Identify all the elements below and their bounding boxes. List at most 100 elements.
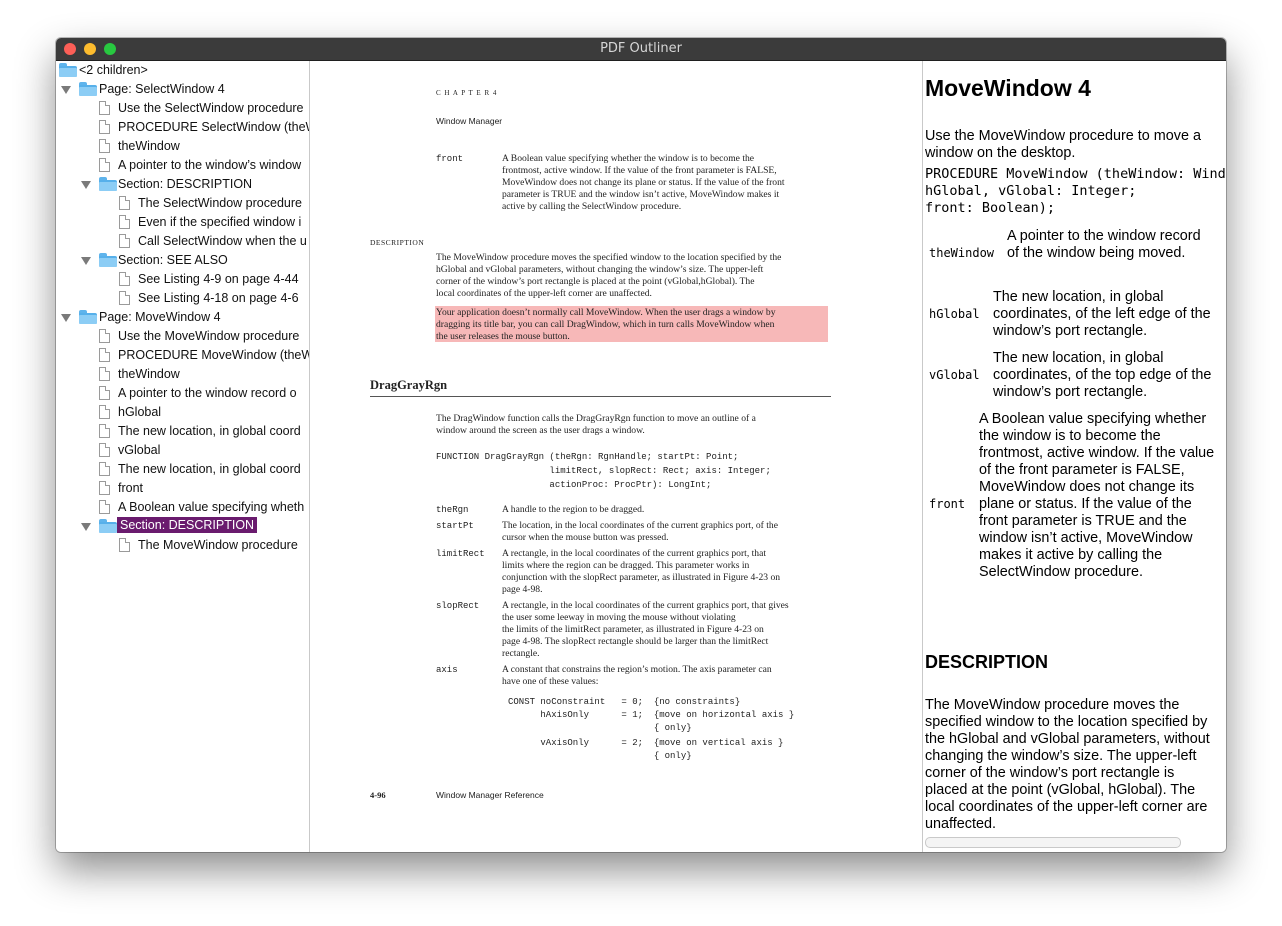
param-desc-front-5: active by calling the SelectWindow proce… xyxy=(502,201,682,212)
outline-row[interactable]: A pointer to the window’s window xyxy=(56,156,309,175)
param-name: theRgn xyxy=(436,505,469,515)
outline-row[interactable]: Even if the specified window i xyxy=(56,213,309,232)
outline-row[interactable]: The new location, in global coord xyxy=(56,422,309,441)
outline-row[interactable]: theWindow xyxy=(56,137,309,156)
outline-row[interactable]: The MoveWindow procedure xyxy=(56,536,309,555)
outline-row-label: A pointer to the window’s window xyxy=(118,158,302,172)
outline-row-label: Section: DESCRIPTION xyxy=(117,517,258,533)
outline-row[interactable]: Page: SelectWindow 4 xyxy=(56,80,309,99)
chapter-title: Window Manager xyxy=(436,116,503,126)
param-name: axis xyxy=(436,665,458,675)
document-icon xyxy=(99,367,110,381)
section-rule xyxy=(370,396,831,397)
document-icon xyxy=(119,291,130,305)
document-icon xyxy=(99,329,110,343)
chapter-label: C H A P T E R 4 xyxy=(436,89,498,97)
param-desc: have one of these values: xyxy=(502,676,599,687)
disclosure-triangle-icon[interactable] xyxy=(81,181,91,189)
proc-line: hGlobal, vGlobal: Integer; xyxy=(925,183,1137,199)
document-icon xyxy=(99,139,110,153)
text-heading: MoveWindow 4 xyxy=(925,75,1091,101)
title-bar[interactable]: PDF Outliner xyxy=(56,38,1226,61)
footer-title: Window Manager Reference xyxy=(436,790,544,800)
outline-row[interactable]: Section: DESCRIPTION xyxy=(56,175,309,194)
footer-page-number: 4-96 xyxy=(370,790,386,800)
param-desc: A rectangle, in the local coordinates of… xyxy=(502,548,766,559)
outline-row[interactable]: Call SelectWindow when the u xyxy=(56,232,309,251)
param-desc: the limits of the limitRect parameter, a… xyxy=(502,624,764,635)
outline-row[interactable]: PROCEDURE SelectWindow (theWi xyxy=(56,118,309,137)
param-name: hGlobal xyxy=(929,307,980,321)
document-icon xyxy=(99,101,110,115)
outline-row[interactable]: The SelectWindow procedure xyxy=(56,194,309,213)
outline-row[interactable]: <2 children> xyxy=(56,61,309,80)
param-name: limitRect xyxy=(436,549,485,559)
section-title: DragGrayRgn xyxy=(370,378,448,392)
extracted-text-pane[interactable]: MoveWindow 4 Use the MoveWindow procedur… xyxy=(923,61,1226,852)
outline-row[interactable]: Use the SelectWindow procedure xyxy=(56,99,309,118)
outline-tree[interactable]: <2 children> Page: SelectWindow 4 Use th… xyxy=(56,61,310,852)
horizontal-scrollbar[interactable] xyxy=(925,837,1181,848)
outline-row-label: theWindow xyxy=(118,139,180,153)
disclosure-triangle-icon[interactable] xyxy=(81,523,91,531)
folder-icon xyxy=(79,82,97,96)
folder-icon xyxy=(99,177,117,191)
document-icon xyxy=(119,215,130,229)
document-icon xyxy=(99,405,110,419)
highlight-line-2: dragging its title bar, you can call Dra… xyxy=(436,319,775,330)
document-icon xyxy=(119,196,130,210)
outline-row[interactable]: front xyxy=(56,479,309,498)
outline-row[interactable]: A Boolean value specifying wheth xyxy=(56,498,309,517)
desc-line-4: local coordinates of the upper-left corn… xyxy=(436,288,652,299)
param-desc: The location, in the local coordinates o… xyxy=(502,520,778,531)
outline-row[interactable]: See Listing 4-9 on page 4-44 xyxy=(56,270,309,289)
outline-row-label: The new location, in global coord xyxy=(118,462,301,476)
outline-row-label: vGlobal xyxy=(118,443,161,457)
outline-row-label: Page: MoveWindow 4 xyxy=(99,310,221,324)
const-line: CONST noConstraint = 0; {no constraints} xyxy=(508,697,741,707)
proc-line: PROCEDURE MoveWindow (theWindow: Windo xyxy=(925,166,1226,182)
outline-row-label: The MoveWindow procedure xyxy=(138,538,298,552)
outline-row-label: A pointer to the window record o xyxy=(118,386,297,400)
intro-line-2: window around the screen as the user dra… xyxy=(436,425,645,436)
text-intro: Use the MoveWindow procedure to move a w… xyxy=(925,128,1201,161)
outline-row-label: <2 children> xyxy=(79,63,148,77)
outline-row-label: front xyxy=(118,481,144,495)
outline-row-label: PROCEDURE SelectWindow (theWi xyxy=(118,120,309,134)
document-icon xyxy=(119,272,130,286)
param-desc: the user some leeway in moving the mouse… xyxy=(502,612,736,623)
param-desc: The new location, in global coordinates,… xyxy=(993,289,1211,339)
outline-row[interactable]: vGlobal xyxy=(56,441,309,460)
outline-row-label: The SelectWindow procedure xyxy=(138,196,302,210)
outline-row[interactable]: PROCEDURE MoveWindow (theWi xyxy=(56,346,309,365)
outline-row[interactable]: Section: SEE ALSO xyxy=(56,251,309,270)
outline-row-label: Use the SelectWindow procedure xyxy=(118,101,304,115)
outline-row-label: Call SelectWindow when the u xyxy=(138,234,307,248)
desc-line-3: corner of the window’s port rectangle is… xyxy=(436,276,755,287)
outline-row[interactable]: hGlobal xyxy=(56,403,309,422)
outline-row[interactable]: Page: MoveWindow 4 xyxy=(56,308,309,327)
outline-row[interactable]: A pointer to the window record o xyxy=(56,384,309,403)
param-desc-front-4: parameter is TRUE and the window isn’t a… xyxy=(502,189,780,200)
outline-row-label: Use the MoveWindow procedure xyxy=(118,329,300,343)
intro-line-1: The DragWindow function calls the DragGr… xyxy=(436,413,756,424)
disclosure-triangle-icon[interactable] xyxy=(61,314,71,322)
param-desc: cursor when the mouse button was pressed… xyxy=(502,532,669,543)
pdf-page-view[interactable]: C H A P T E R 4 Window Manager front A B… xyxy=(310,61,923,852)
param-desc-front-2: frontmost, active window. If the value o… xyxy=(502,165,777,176)
app-window: PDF Outliner <2 children> Page: SelectWi… xyxy=(56,38,1226,852)
outline-row-label: Section: SEE ALSO xyxy=(118,253,228,267)
outline-row[interactable]: Use the MoveWindow procedure xyxy=(56,327,309,346)
outline-row-selected[interactable]: Section: DESCRIPTION xyxy=(56,517,309,536)
outline-row[interactable]: See Listing 4-18 on page 4-6 xyxy=(56,289,309,308)
outline-row[interactable]: theWindow xyxy=(56,365,309,384)
param-desc-front-1: A Boolean value specifying whether the w… xyxy=(502,153,755,164)
document-icon xyxy=(99,462,110,476)
disclosure-triangle-icon[interactable] xyxy=(61,86,71,94)
highlight-line-3: the user releases the mouse button. xyxy=(436,331,570,342)
param-desc: The new location, in global coordinates,… xyxy=(993,350,1212,400)
folder-icon xyxy=(99,253,117,267)
disclosure-triangle-icon[interactable] xyxy=(81,257,91,265)
document-icon xyxy=(119,538,130,552)
outline-row[interactable]: The new location, in global coord xyxy=(56,460,309,479)
